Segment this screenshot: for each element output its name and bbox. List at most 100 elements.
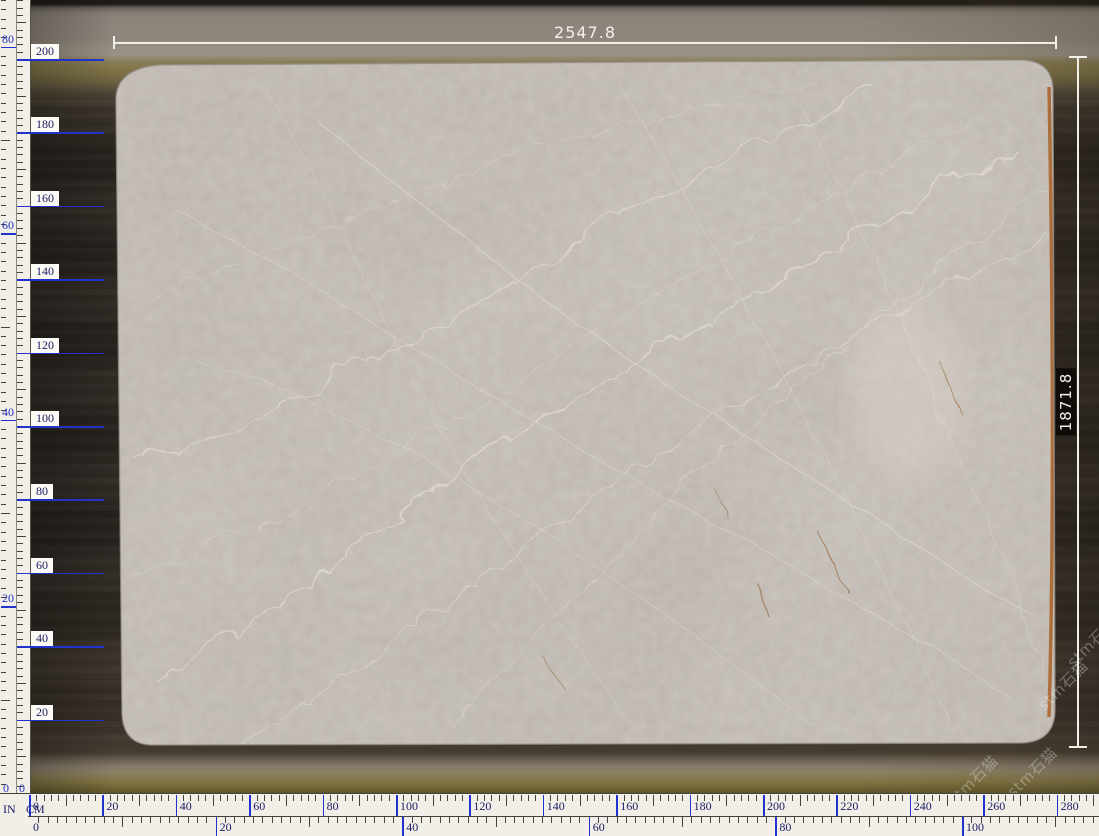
vertical-cm-zero-label: 0: [19, 781, 25, 796]
h-in-tick: [514, 817, 515, 823]
h-in-tick: [281, 817, 282, 823]
h-in-tick: [533, 817, 534, 823]
h-in-tick: [449, 817, 450, 823]
h-cm-tick: [1093, 795, 1094, 806]
h-cm-label: 160: [620, 800, 638, 813]
h-in-tick: [374, 817, 375, 823]
ruler-left-divider: [16, 0, 17, 793]
h-in-tick: [710, 817, 711, 823]
h-in-tick: [635, 817, 636, 823]
h-in-tick: [869, 817, 870, 827]
h-cm-tick: [462, 795, 463, 801]
h-in-tick: [934, 817, 935, 823]
h-cm-tick: [602, 795, 603, 801]
h-in-tick: [1093, 817, 1094, 823]
h-in-tick: [346, 817, 347, 823]
h-cm-tick: [976, 795, 977, 801]
h-cm-tick: [1005, 795, 1006, 801]
h-cm-tick: [734, 795, 735, 801]
h-in-tick: [850, 817, 851, 823]
h-in-tick: [365, 817, 366, 823]
height-dimension-value: 1871.8: [1056, 369, 1076, 436]
h-cm-tick: [154, 795, 155, 801]
h-cm-tick: [102, 795, 104, 816]
h-in-label: 20: [220, 821, 232, 834]
h-in-tick: [440, 817, 441, 823]
h-in-tick: [486, 817, 487, 823]
h-cm-tick: [969, 795, 970, 801]
h-in-tick: [430, 817, 431, 823]
h-cm-label: 60: [253, 800, 265, 813]
h-cm-tick: [858, 795, 859, 801]
h-in-tick: [775, 817, 777, 836]
h-cm-tick: [895, 795, 896, 801]
h-in-tick: [990, 817, 991, 823]
h-in-tick: [290, 817, 291, 823]
h-in-tick: [468, 817, 469, 823]
h-in-tick: [579, 817, 580, 823]
h-in-tick: [589, 817, 591, 836]
h-in-tick: [160, 817, 161, 823]
h-cm-label: 260: [987, 800, 1005, 813]
h-in-tick: [262, 817, 263, 823]
h-in-tick: [496, 817, 497, 827]
ruler-bottom-divider: [28, 816, 1099, 817]
h-in-tick: [551, 817, 552, 823]
h-in-tick: [822, 817, 823, 823]
h-cm-label: 140: [547, 800, 565, 813]
h-cm-tick: [1020, 795, 1021, 806]
h-in-tick: [897, 817, 898, 823]
h-cm-tick: [521, 795, 522, 801]
h-cm-tick: [447, 795, 448, 801]
h-in-tick: [682, 817, 683, 827]
h-cm-tick: [653, 795, 654, 806]
h-in-tick: [691, 817, 692, 823]
h-in-tick: [188, 817, 189, 823]
h-cm-tick: [374, 795, 375, 801]
h-cm-tick: [213, 795, 214, 806]
h-cm-tick: [866, 795, 867, 801]
height-dimension-line: [1077, 57, 1079, 747]
h-in-tick: [878, 817, 879, 823]
h-cm-tick: [616, 795, 618, 816]
h-in-tick: [150, 817, 151, 823]
h-in-tick: [113, 817, 114, 823]
h-in-tick: [57, 817, 58, 823]
h-cm-tick: [1079, 795, 1080, 801]
ruler-left: [0, 0, 31, 793]
h-cm-tick: [242, 795, 243, 801]
h-cm-tick: [455, 795, 456, 801]
h-cm-tick: [741, 795, 742, 801]
h-cm-tick: [293, 795, 294, 801]
h-in-tick: [402, 817, 404, 836]
h-cm-tick: [726, 795, 727, 806]
h-in-tick: [561, 817, 562, 823]
h-cm-tick: [1086, 795, 1087, 801]
h-in-tick: [953, 817, 954, 823]
h-cm-tick: [1057, 795, 1059, 816]
h-cm-tick: [712, 795, 713, 801]
h-in-tick: [393, 817, 394, 823]
unit-label-centimeters: CM: [26, 802, 45, 817]
h-cm-tick: [682, 795, 683, 801]
h-cm-tick: [168, 795, 169, 801]
h-in-tick: [384, 817, 385, 823]
h-in-tick: [542, 817, 543, 823]
h-in-tick: [1009, 817, 1010, 823]
h-cm-tick: [286, 795, 287, 806]
h-in-label: 60: [593, 821, 605, 834]
h-cm-label: 200: [767, 800, 785, 813]
h-cm-tick: [947, 795, 948, 806]
h-in-tick: [813, 817, 814, 823]
h-in-tick: [962, 817, 964, 836]
h-cm-tick: [888, 795, 889, 801]
h-cm-tick: [66, 795, 67, 806]
h-cm-tick: [58, 795, 59, 801]
slab-light-patch: [850, 304, 966, 480]
h-cm-tick: [124, 795, 125, 801]
h-in-tick: [925, 817, 926, 823]
h-cm-tick: [961, 795, 962, 801]
h-cm-label: 240: [914, 800, 932, 813]
h-cm-tick: [580, 795, 581, 806]
h-cm-tick: [176, 795, 178, 816]
